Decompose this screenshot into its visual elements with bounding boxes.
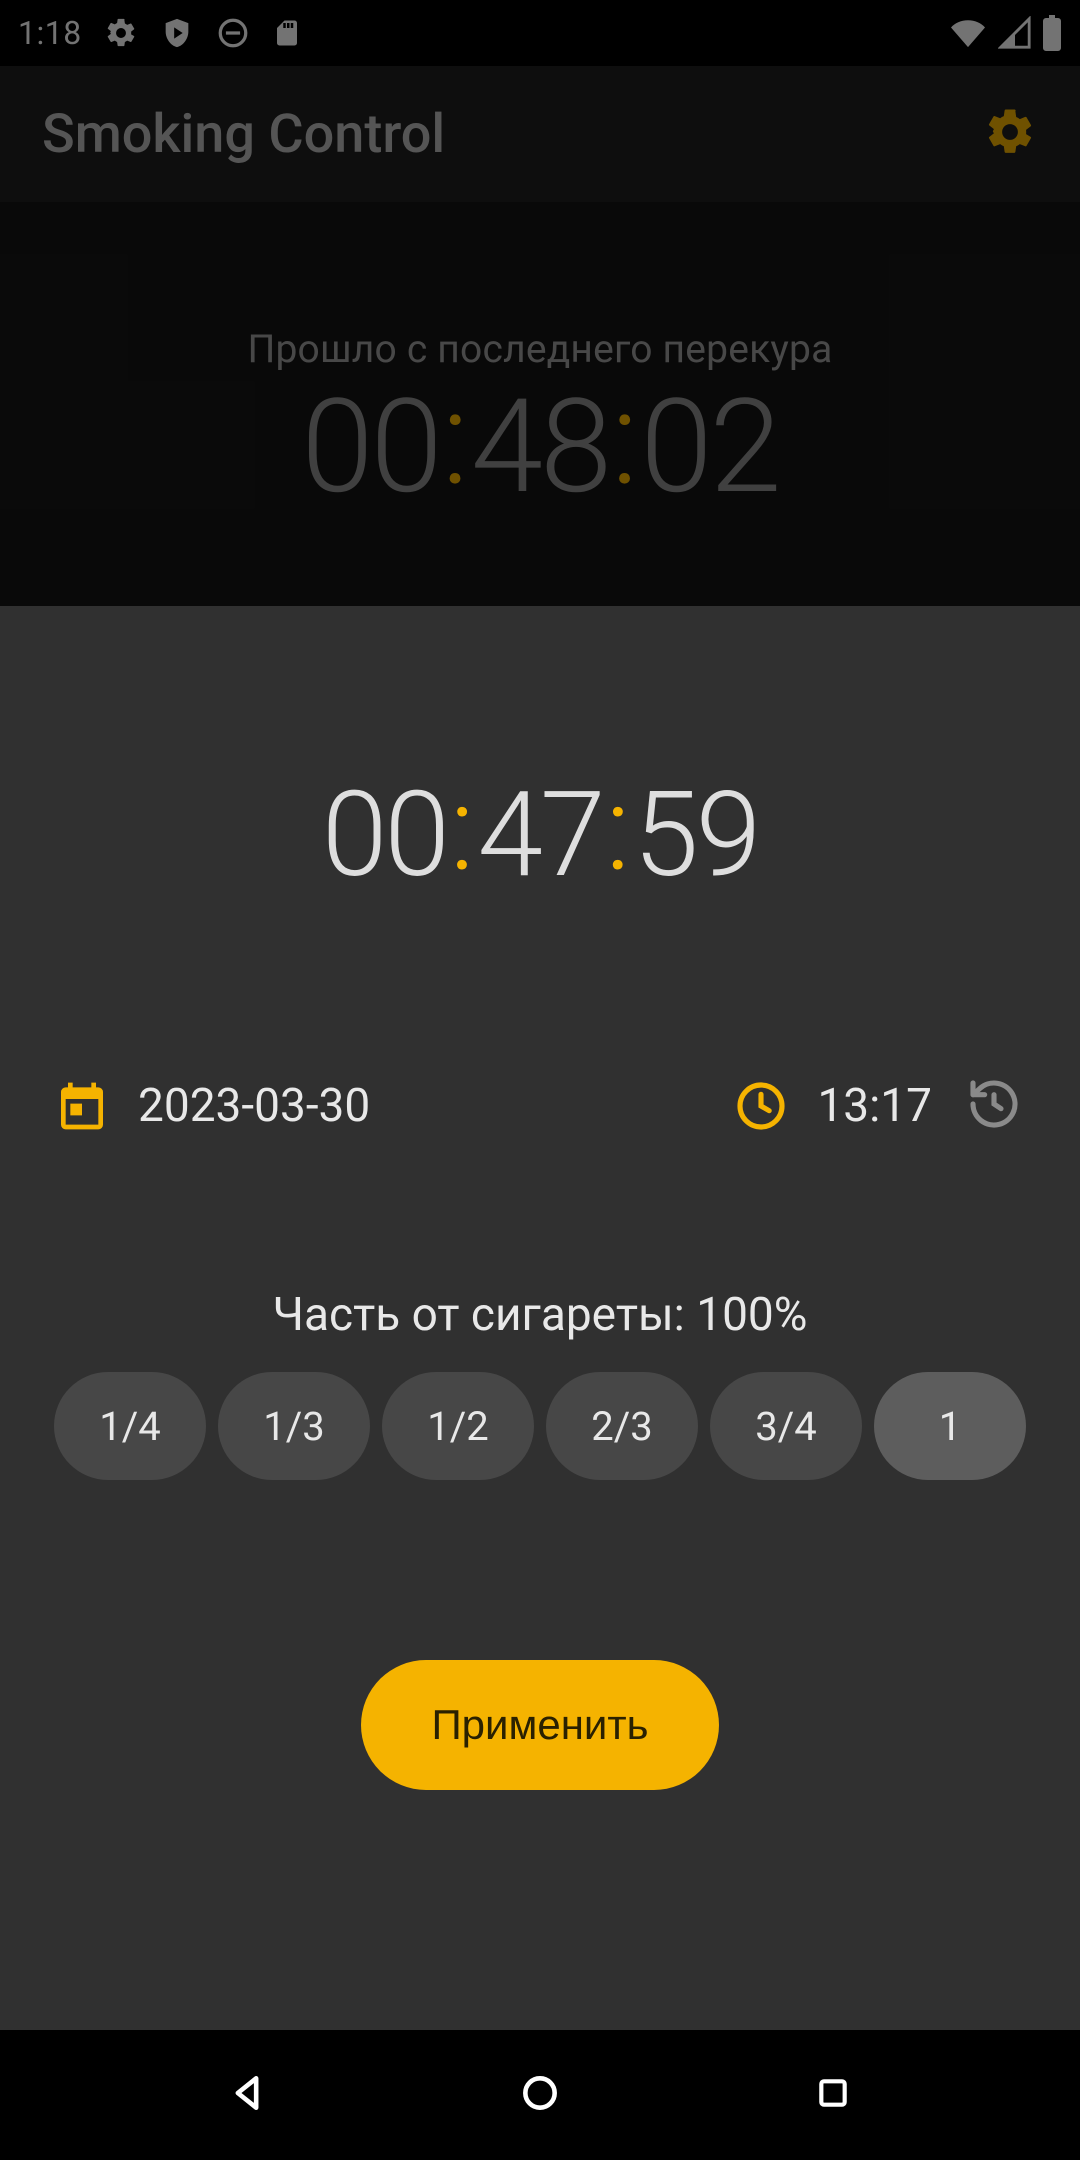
countdown-hours: 00 bbox=[322, 776, 447, 894]
play-protect-icon bbox=[160, 16, 194, 50]
status-bar: 1:18 bbox=[0, 0, 1080, 66]
fraction-option-1-4[interactable]: 1/4 bbox=[54, 1372, 206, 1480]
fraction-option-2-3[interactable]: 2/3 bbox=[546, 1372, 698, 1480]
colon-icon: : bbox=[602, 770, 633, 888]
cell-signal-icon bbox=[998, 16, 1032, 50]
elapsed-seconds: 02 bbox=[640, 382, 778, 512]
datetime-row: 2023-03-30 13:17 bbox=[54, 1074, 1026, 1138]
fraction-segmented-control: 1/41/31/22/33/41 bbox=[54, 1372, 1026, 1480]
date-value: 2023-03-30 bbox=[138, 1079, 370, 1133]
battery-icon bbox=[1042, 15, 1062, 51]
colon-icon: : bbox=[609, 374, 640, 504]
fraction-option-1-2[interactable]: 1/2 bbox=[382, 1372, 534, 1480]
settings-button[interactable] bbox=[982, 106, 1038, 162]
status-bar-right bbox=[948, 15, 1062, 51]
app-bar: Smoking Control bbox=[0, 66, 1080, 202]
status-bar-left: 1:18 bbox=[18, 14, 302, 52]
date-picker[interactable]: 2023-03-30 bbox=[54, 1078, 703, 1134]
wifi-icon bbox=[948, 16, 988, 50]
elapsed-panel: Прошло с последнего перекура 00 : 48 : 0… bbox=[0, 202, 1080, 606]
app-title: Smoking Control bbox=[42, 103, 445, 166]
elapsed-label: Прошло с последнего перекура bbox=[247, 326, 832, 372]
colon-icon: : bbox=[440, 374, 471, 504]
elapsed-minutes: 48 bbox=[471, 382, 609, 512]
gear-icon bbox=[104, 16, 138, 50]
android-nav-bar bbox=[0, 2030, 1080, 2160]
log-smoke-dialog: 00 : 47 : 59 2023-03-30 13:17 Часть от с… bbox=[0, 606, 1080, 2030]
square-recent-icon bbox=[813, 2073, 853, 2117]
recent-apps-button[interactable] bbox=[793, 2055, 873, 2135]
triangle-back-icon bbox=[225, 2071, 269, 2119]
history-icon bbox=[966, 1076, 1022, 1136]
do-not-disturb-icon bbox=[216, 16, 250, 50]
elapsed-hours: 00 bbox=[301, 382, 439, 512]
apply-button[interactable]: Применить bbox=[361, 1660, 718, 1790]
sd-card-icon bbox=[272, 16, 302, 50]
countdown-timer: 00 : 47 : 59 bbox=[322, 776, 758, 894]
elapsed-timer: 00 : 48 : 02 bbox=[301, 382, 778, 512]
fraction-option-1[interactable]: 1 bbox=[874, 1372, 1026, 1480]
home-button[interactable] bbox=[500, 2055, 580, 2135]
clock-icon bbox=[733, 1078, 789, 1134]
countdown-minutes: 47 bbox=[478, 776, 603, 894]
fraction-option-3-4[interactable]: 3/4 bbox=[710, 1372, 862, 1480]
calendar-icon bbox=[54, 1078, 110, 1134]
time-picker[interactable]: 13:17 bbox=[733, 1078, 932, 1134]
fraction-label: Часть от сигареты: 100% bbox=[54, 1288, 1026, 1342]
circle-home-icon bbox=[518, 2071, 562, 2119]
back-button[interactable] bbox=[207, 2055, 287, 2135]
fraction-option-1-3[interactable]: 1/3 bbox=[218, 1372, 370, 1480]
countdown-seconds: 59 bbox=[633, 776, 758, 894]
colon-icon: : bbox=[447, 770, 478, 888]
time-value: 13:17 bbox=[817, 1079, 932, 1133]
gear-icon bbox=[983, 105, 1037, 163]
status-time: 1:18 bbox=[18, 14, 82, 52]
reset-time-button[interactable] bbox=[962, 1074, 1026, 1138]
